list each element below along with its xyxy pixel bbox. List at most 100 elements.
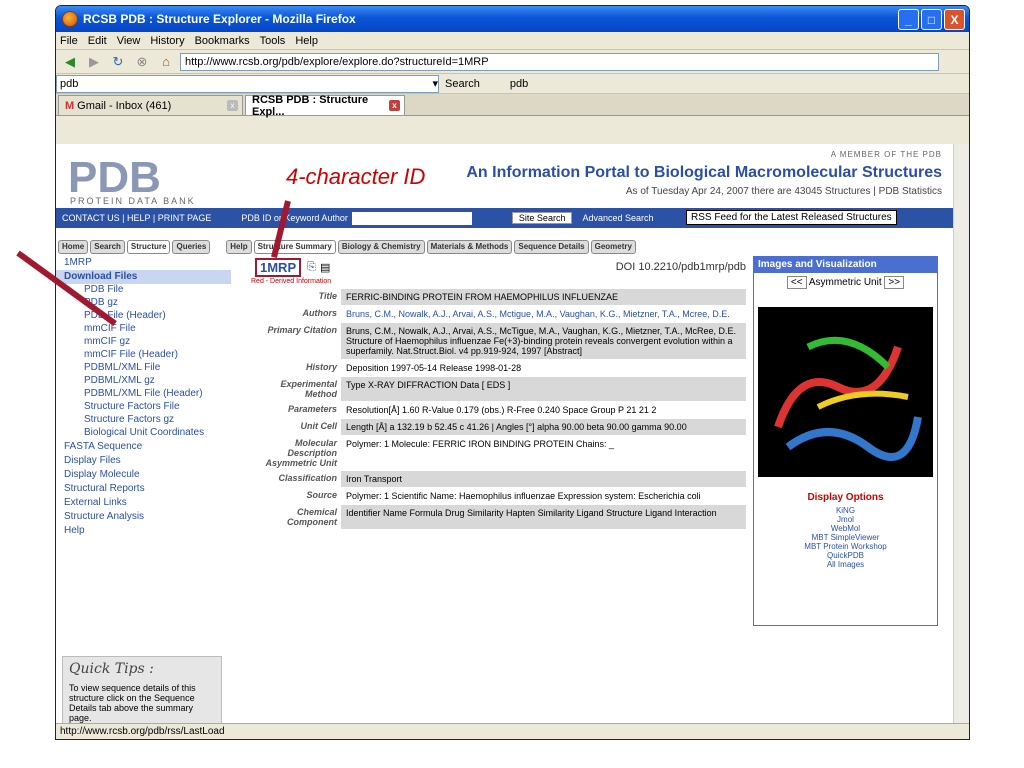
link-king[interactable]: KiNG — [754, 506, 937, 515]
tab-gmail[interactable]: M Gmail - Inbox (461) x — [58, 95, 243, 115]
row-label: Primary Citation — [251, 323, 341, 359]
search-engine-label[interactable]: Search — [445, 78, 480, 90]
contact-links[interactable]: CONTACT US | HELP | PRINT PAGE — [62, 213, 211, 223]
site-search-button[interactable]: Site Search — [511, 212, 573, 224]
minimize-button[interactable]: _ — [898, 9, 919, 30]
tab-close-icon[interactable]: x — [389, 100, 400, 111]
info-row: Classification Iron Transport — [251, 471, 746, 488]
derived-info-label: Red - Derived Information — [251, 278, 332, 285]
menu-edit[interactable]: Edit — [88, 35, 107, 47]
search-toolbar: pdb ▾ Search pdb — [56, 74, 969, 94]
sidebar-item[interactable]: Help — [56, 524, 231, 538]
sidebar-item[interactable]: FASTA Sequence — [56, 440, 231, 454]
info-row: Experimental Method Type X-RAY DIFFRACTIO… — [251, 377, 746, 402]
tab-home[interactable]: Home — [58, 240, 89, 254]
link-all-images[interactable]: All Images — [754, 560, 937, 569]
tab-sequence-details[interactable]: Sequence Details — [514, 240, 589, 254]
tab-label: Gmail - Inbox (461) — [77, 99, 172, 112]
next-image-button[interactable]: >> — [884, 276, 905, 289]
address-bar[interactable]: http://www.rcsb.org/pdb/explore/explore.… — [180, 52, 939, 71]
tab-search[interactable]: Search — [90, 240, 125, 254]
display-options-title: Display Options — [807, 492, 884, 503]
row-label: Title — [251, 289, 341, 305]
download-icon[interactable]: ⎘ — [307, 261, 316, 274]
document-icon[interactable]: ▤ — [320, 261, 330, 274]
sidebar-item[interactable]: PDBML/XML File (Header) — [56, 388, 231, 401]
sidebar-item[interactable]: mmCIF gz — [56, 336, 231, 349]
menu-history[interactable]: History — [150, 35, 184, 47]
tab-help[interactable]: Help — [226, 240, 252, 254]
dropdown-icon[interactable]: ▾ — [432, 77, 438, 90]
sidebar-item[interactable]: Structure Factors gz — [56, 414, 231, 427]
sidebar-item[interactable]: mmCIF File — [56, 323, 231, 336]
quick-tips-box: Quick Tips : To view sequence details of… — [62, 656, 222, 726]
info-row: Title FERRIC-BINDING PROTEIN FROM HAEMOPH… — [251, 289, 746, 306]
back-icon[interactable]: ◀ — [60, 53, 80, 71]
vertical-scrollbar[interactable] — [953, 144, 969, 726]
reload-icon[interactable]: ↻ — [108, 53, 128, 71]
menu-tools[interactable]: Tools — [260, 35, 286, 47]
sidebar-item[interactable]: PDBML/XML File — [56, 362, 231, 375]
link-mbt-simpleviewer[interactable]: MBT SimpleViewer — [754, 533, 937, 542]
tab-label: RCSB PDB : Structure Expl... — [252, 93, 369, 118]
sidebar-item[interactable]: Structure Analysis — [56, 510, 231, 524]
sidebar-item[interactable]: Structural Reports — [56, 482, 231, 496]
sidebar-item[interactable]: Display Molecule — [56, 468, 231, 482]
menu-file[interactable]: File — [60, 35, 78, 47]
tab-structure[interactable]: Structure — [126, 240, 171, 254]
sidebar-item[interactable]: 1MRP — [56, 256, 231, 270]
tab-geometry[interactable]: Geometry — [590, 240, 636, 254]
search-options[interactable]: PDB ID or Keyword Author — [241, 213, 348, 223]
row-value: Polymer: 1 Scientific Name: Haemophilus … — [346, 491, 701, 501]
link-jmol[interactable]: Jmol — [754, 515, 937, 524]
sidebar-item[interactable]: Display Files — [56, 454, 231, 468]
row-value: Polymer: 1 Molecule: FERRIC IRON BINDING… — [346, 439, 615, 449]
forward-icon[interactable]: ▶ — [84, 53, 104, 71]
sidebar-item[interactable]: Download Files — [56, 270, 231, 284]
menu-bar: File Edit View History Bookmarks Tools H… — [56, 32, 969, 50]
rss-feed-box[interactable]: RSS Feed for the Latest Released Structu… — [686, 210, 897, 225]
tab-close-icon[interactable]: x — [227, 100, 238, 111]
navigation-toolbar: ◀ ▶ ↻ ⊗ ⌂ http://www.rcsb.org/pdb/explor… — [56, 50, 969, 74]
status-bar: http://www.rcsb.org/pdb/rss/LastLoad — [56, 723, 969, 739]
portal-header: An Information Portal to Biological Macr… — [466, 164, 942, 197]
advanced-search-link[interactable]: Advanced Search — [582, 213, 653, 223]
row-value: Length [Å] a 132.19 b 52.45 c 41.26 | An… — [346, 422, 687, 432]
sidebar-item[interactable]: Structure Factors File — [56, 401, 231, 414]
maximize-button[interactable]: □ — [921, 9, 942, 30]
site-search-input[interactable] — [351, 211, 472, 225]
tab-materials-methods[interactable]: Materials & Methods — [426, 240, 513, 254]
sidebar-item[interactable]: External Links — [56, 496, 231, 510]
sidebar: 1MRP Download Files PDB File PDB gz PDB File… — [56, 256, 231, 726]
link-mbt-protein-workshop[interactable]: MBT Protein Workshop — [754, 542, 937, 551]
link-quickpdb[interactable]: QuickPDB — [754, 551, 937, 560]
info-row: Unit Cell Length [Å] a 132.19 b 52.45 c 4… — [251, 419, 746, 436]
quick-tips-title: Quick Tips : — [69, 661, 154, 677]
logo-subtitle: PROTEIN DATA BANK — [70, 196, 196, 206]
doi-text[interactable]: DOI 10.2210/pdb1mrp/pdb — [616, 261, 746, 273]
close-button[interactable]: X — [944, 9, 965, 30]
row-label: Chemical Component — [251, 505, 341, 529]
home-icon[interactable]: ⌂ — [156, 53, 176, 71]
tab-structure-summary[interactable]: Structure Summary — [253, 240, 336, 254]
search-input[interactable]: pdb ▾ — [56, 74, 439, 93]
menu-view[interactable]: View — [117, 35, 141, 47]
annotation-label: 4-character ID — [286, 164, 426, 189]
protein-structure-image[interactable] — [758, 307, 933, 477]
tab-queries[interactable]: Queries — [172, 240, 211, 254]
prev-image-button[interactable]: << — [786, 276, 807, 289]
tab-biology-chemistry[interactable]: Biology & Chemistry — [337, 240, 425, 254]
stop-icon[interactable]: ⊗ — [132, 53, 152, 71]
page-nav-tabs: Home Search Structure Queries Help Struc… — [56, 240, 954, 256]
sidebar-item[interactable]: Biological Unit Coordinates — [56, 427, 231, 440]
link-webmol[interactable]: WebMol — [754, 524, 937, 533]
tab-bar: M Gmail - Inbox (461) x RCSB PDB : Structu… — [56, 93, 969, 118]
search-right-text: pdb — [509, 77, 529, 90]
sidebar-item[interactable]: mmCIF File (Header) — [56, 349, 231, 362]
tab-rcsb[interactable]: RCSB PDB : Structure Expl... x — [245, 93, 405, 118]
menu-bookmarks[interactable]: Bookmarks — [195, 35, 250, 47]
sidebar-item[interactable]: PDB File (Header) — [56, 310, 231, 323]
sidebar-item[interactable]: PDBML/XML gz — [56, 375, 231, 388]
menu-help[interactable]: Help — [295, 35, 318, 47]
structure-summary: 1MRP ⎘ ▤ DOI 10.2210/pdb1mrp/pdb Red - D… — [251, 256, 746, 726]
